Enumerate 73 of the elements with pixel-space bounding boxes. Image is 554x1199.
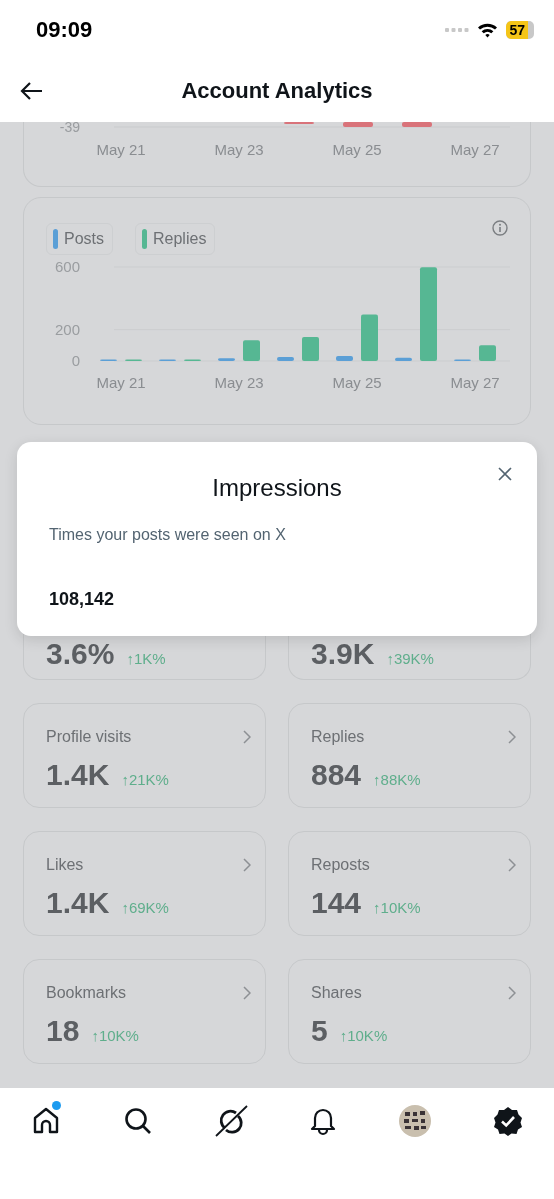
dialog-description: Times your posts were seen on X	[49, 526, 287, 544]
bar	[479, 345, 496, 361]
back-arrow-icon	[20, 81, 44, 101]
bar	[343, 122, 373, 127]
metric-value: 3.6%	[46, 637, 115, 671]
metric-value: 3.9K	[311, 637, 375, 671]
page-title: Account Analytics	[181, 78, 373, 104]
axis-label: -39	[59, 122, 80, 135]
metric-change: ↑88K%	[373, 771, 421, 788]
axis-label: 0	[71, 352, 80, 369]
axis-label: 200	[54, 320, 80, 338]
metric-card[interactable]: Reposts 144 ↑10K%	[288, 831, 531, 936]
axis-label: May 21	[96, 374, 146, 391]
axis-label: May 23	[214, 374, 264, 391]
metric-label: Replies	[311, 728, 366, 746]
metric-card[interactable]: Replies 884 ↑88K%	[288, 703, 531, 808]
metric-change: ↑39K%	[386, 650, 434, 667]
metric-change: ↑21K%	[121, 771, 169, 788]
bar	[302, 337, 319, 361]
bar	[336, 356, 353, 361]
chevron-right-icon	[243, 858, 251, 872]
battery-percentage: 57	[506, 21, 528, 39]
home-icon	[32, 1106, 61, 1136]
impressions-value: 108,142	[49, 589, 115, 610]
slashed-circle-icon	[213, 1105, 248, 1137]
metric-card[interactable]: Bookmarks 18 ↑10K%	[23, 959, 266, 1064]
close-icon	[497, 466, 513, 482]
metric-value: 5	[311, 1014, 328, 1048]
legend-chip[interactable]: Posts	[46, 223, 113, 255]
metric-card[interactable]: Profile visits 1.4K ↑21K%	[23, 703, 266, 808]
info-icon[interactable]	[492, 220, 508, 236]
axis-label: May 27	[450, 141, 500, 158]
bar	[402, 122, 432, 127]
axis-label: May 21	[96, 141, 146, 158]
chevron-right-icon	[508, 986, 516, 1000]
metric-value: 1.4K	[46, 758, 110, 792]
axis-label: May 27	[450, 374, 500, 391]
signal-icon	[445, 27, 470, 33]
metric-change: ↑69K%	[121, 899, 169, 916]
dialog-title: Impressions	[211, 474, 343, 502]
axis-label: May 25	[332, 374, 382, 391]
metric-label: Likes	[46, 856, 85, 874]
legend-chip[interactable]: Replies	[135, 223, 216, 255]
metric-change: ↑10K%	[91, 1027, 139, 1044]
metric-label: Bookmarks	[46, 984, 128, 1002]
metric-card[interactable]: Shares 5 ↑10K%	[288, 959, 531, 1064]
metric-change: ↑10K%	[339, 1027, 388, 1044]
metric-label: Shares	[311, 984, 363, 1002]
verified-badge-icon	[492, 1106, 523, 1136]
axis-label: May 23	[214, 141, 264, 158]
bar	[361, 314, 378, 361]
chevron-right-icon	[508, 858, 516, 872]
metric-value: 884	[311, 758, 362, 792]
chevron-right-icon	[508, 730, 516, 744]
bar	[218, 358, 235, 361]
bell-icon	[310, 1106, 337, 1136]
metric-label: Reposts	[311, 856, 371, 874]
chevron-right-icon	[243, 986, 251, 1000]
metric-label: Profile visits	[46, 728, 133, 746]
metric-value: 144	[311, 886, 362, 920]
chevron-right-icon	[243, 730, 251, 744]
axis-label: 600	[54, 258, 80, 275]
metric-value: 18	[46, 1014, 80, 1048]
status-time: 09:09	[36, 17, 93, 43]
metric-value: 1.4K	[46, 886, 110, 920]
metric-card[interactable]: Likes 1.4K ↑69K%	[23, 831, 266, 936]
bar	[395, 357, 412, 361]
metric-change: ↑1K%	[126, 650, 166, 667]
axis-label: May 25	[332, 141, 382, 158]
wifi-icon	[477, 22, 499, 38]
metric-change: ↑10K%	[373, 899, 421, 916]
bar	[277, 357, 294, 361]
bar	[243, 340, 260, 361]
